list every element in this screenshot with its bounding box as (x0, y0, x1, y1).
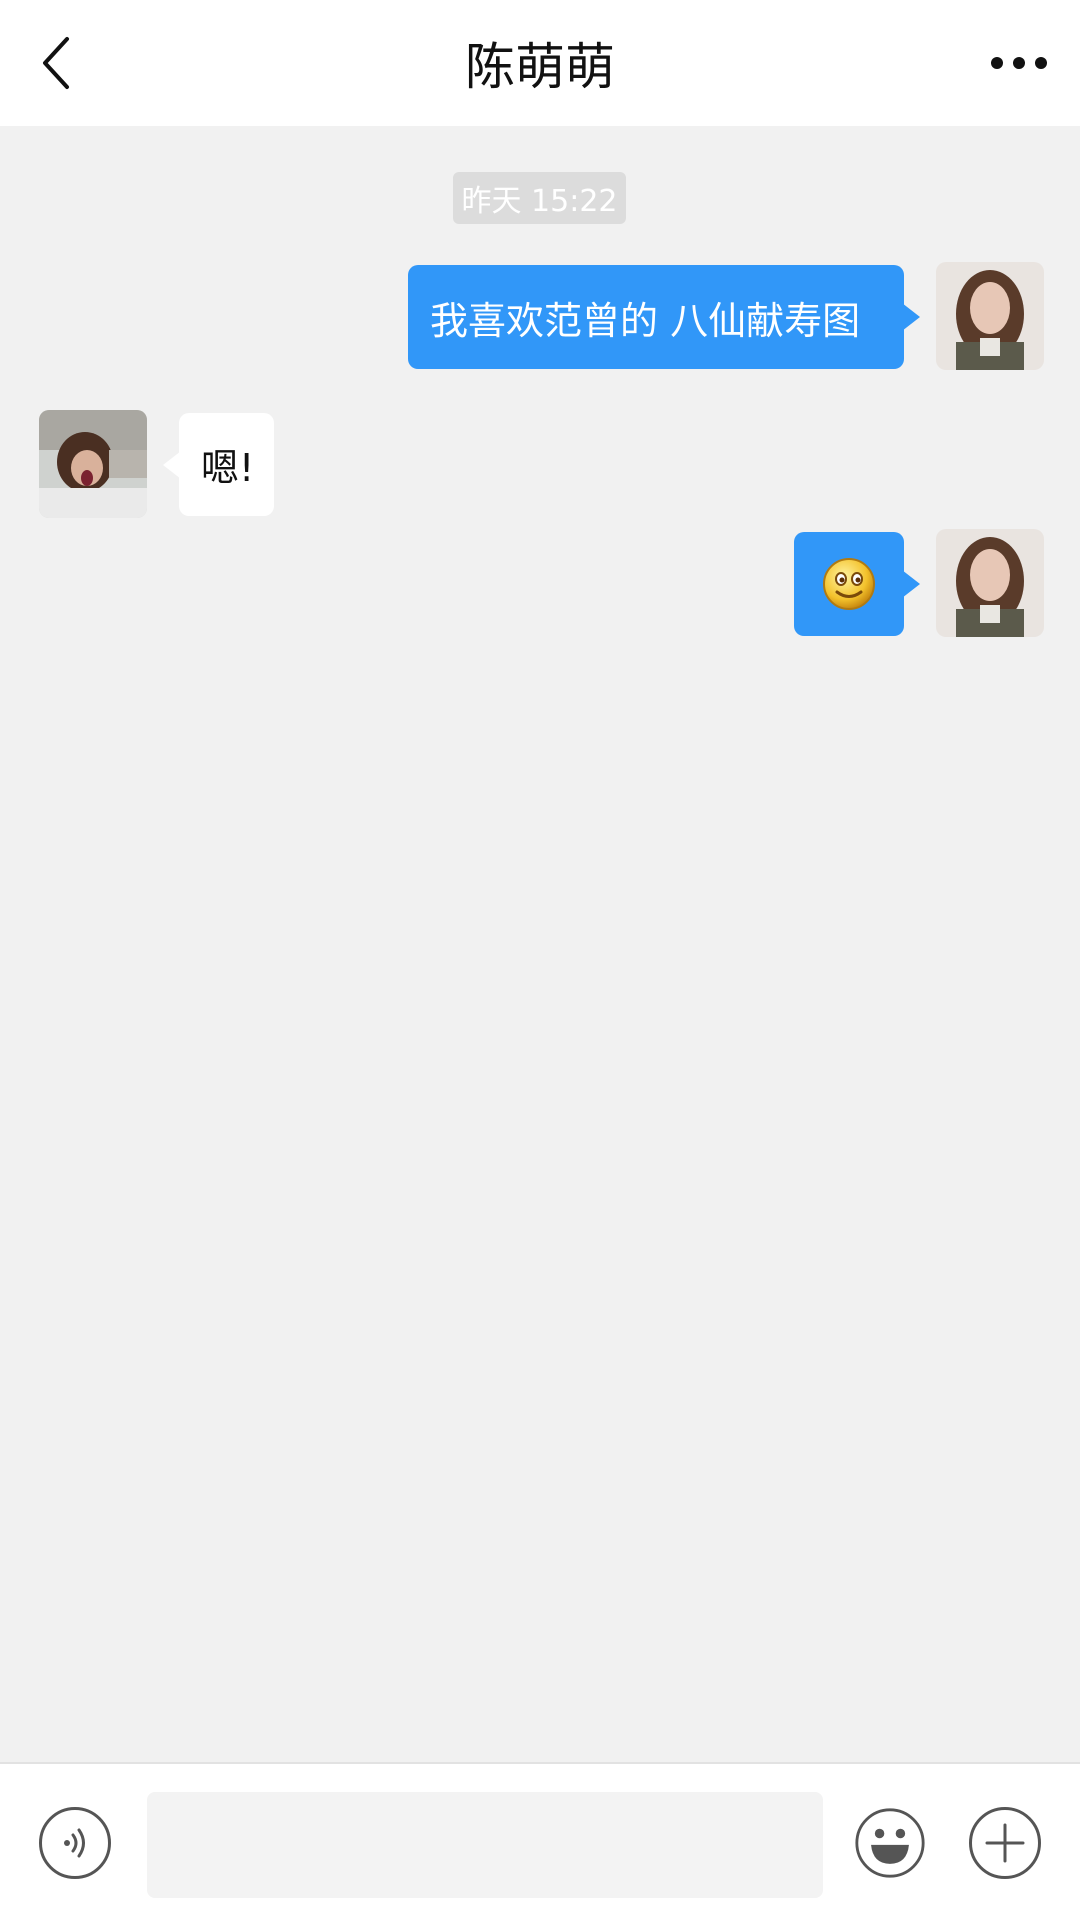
smile-emoji-icon (823, 558, 875, 610)
my-avatar[interactable] (936, 262, 1044, 370)
page-title: 陈萌萌 (465, 38, 615, 96)
plus-button[interactable] (969, 1807, 1041, 1879)
more-dot (1035, 57, 1047, 69)
message-input[interactable] (147, 1792, 823, 1898)
emoji-icon (855, 1808, 925, 1878)
message-text: 我喜欢范曾的 八仙献寿图 (430, 298, 861, 343)
voice-button[interactable] (39, 1807, 111, 1879)
message-timestamp: 昨天 15:22 (453, 172, 626, 224)
avatar-image (39, 410, 147, 518)
emoji-button[interactable] (854, 1807, 926, 1879)
avatar-image (936, 262, 1044, 370)
avatar-image (936, 529, 1044, 637)
plus-icon (985, 1823, 1025, 1863)
my-avatar[interactable] (936, 529, 1044, 637)
message-bubble-outgoing[interactable]: 我喜欢范曾的 八仙献寿图 (408, 265, 920, 369)
nav-bar: 陈萌萌 (0, 0, 1080, 126)
more-horizontal-icon (991, 57, 1003, 69)
more-dot (1013, 57, 1025, 69)
message-bubble-incoming[interactable]: 嗯! (163, 413, 274, 516)
more-button[interactable] (984, 38, 1054, 88)
message-text: 嗯! (201, 446, 255, 490)
input-bar (0, 1762, 1080, 1920)
contact-avatar[interactable] (39, 410, 147, 518)
voice-icon (64, 1828, 85, 1858)
message-bubble-outgoing-emoji[interactable] (794, 532, 920, 636)
